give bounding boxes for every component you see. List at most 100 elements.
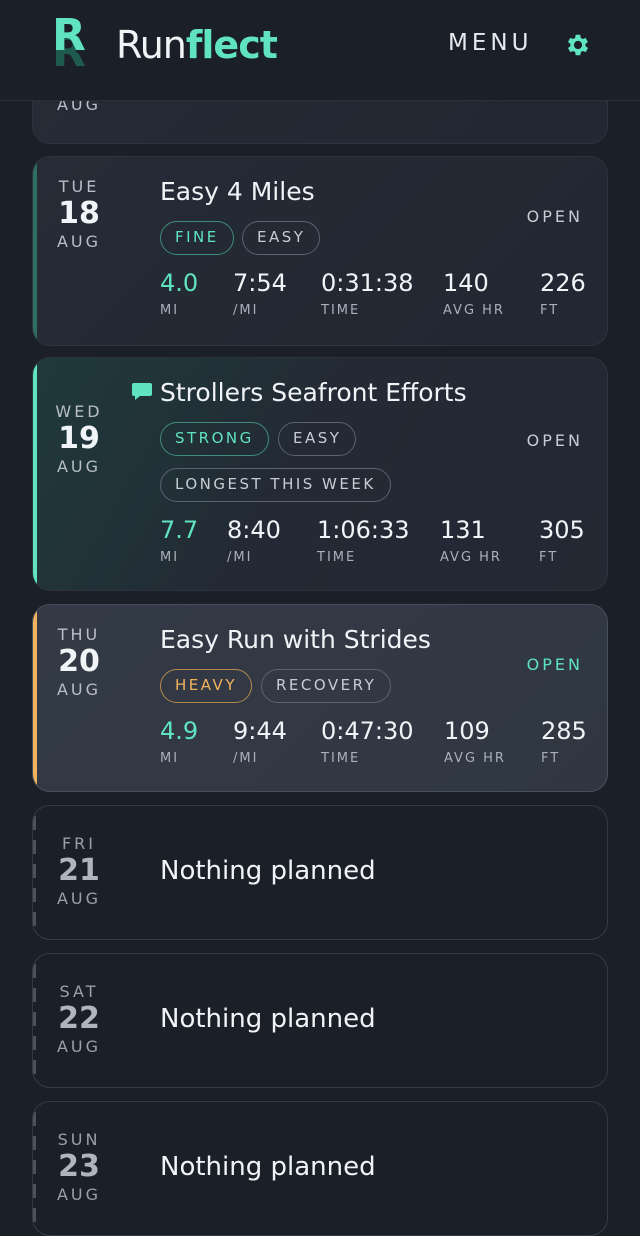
stat-value: 4.0 xyxy=(160,269,199,297)
workout-title[interactable]: Easy 4 Miles xyxy=(160,177,315,206)
day-card-thu[interactable]: THU 20 AUG Easy Run with Strides OPEN HE… xyxy=(32,604,608,792)
day-card-wed[interactable]: WED 19 AUG Strollers Seafront Efforts OP… xyxy=(32,357,608,591)
month-label: AUG xyxy=(56,232,102,251)
stat-value: 7.7 xyxy=(160,516,199,544)
stat-unit: /MI xyxy=(233,303,259,318)
logo-letter: R xyxy=(52,10,86,61)
stat-elevation: 285 FT xyxy=(541,717,587,766)
nothing-planned-text: Nothing planned xyxy=(160,1152,376,1182)
day-number: 20 xyxy=(58,644,100,679)
tag-chip: RECOVERY xyxy=(261,669,392,703)
stat-distance: 7.7 MI xyxy=(160,516,198,565)
stat-time: 0:47:30 TIME xyxy=(321,717,414,766)
date-block: THU 20 AUG xyxy=(33,625,125,699)
date-block: TUE 18 AUG xyxy=(33,177,125,251)
stat-value: 109 xyxy=(444,717,490,745)
date-block: FRI 21 AUG xyxy=(33,834,125,908)
month-label: AUG xyxy=(56,457,102,476)
day-number: 22 xyxy=(58,1001,100,1036)
day-of-week: WED xyxy=(55,402,103,421)
stat-unit: FT xyxy=(541,751,561,766)
stat-heart-rate: 109 AVG HR xyxy=(444,717,506,766)
stat-distance: 4.0 MI xyxy=(160,269,198,318)
open-link[interactable]: OPEN xyxy=(527,655,583,674)
stat-distance: 4.9 MI xyxy=(160,717,198,766)
stat-value: 9:44 xyxy=(233,717,287,745)
day-of-week: SAT xyxy=(59,982,99,1001)
stat-unit: FT xyxy=(539,550,559,565)
gear-icon[interactable] xyxy=(564,31,592,59)
stat-value: 131 xyxy=(440,516,486,544)
tag-chip: EASY xyxy=(278,422,357,456)
stat-unit: AVG HR xyxy=(443,303,505,318)
stat-time: 0:31:38 TIME xyxy=(321,269,414,318)
logo[interactable]: R R xyxy=(52,14,86,74)
stat-value: 0:31:38 xyxy=(321,269,414,297)
app-header: R R Runflect MENU xyxy=(0,0,640,101)
stat-unit: MI xyxy=(160,303,180,318)
tag-chip: HEAVY xyxy=(160,669,252,703)
brand-run: Run xyxy=(116,23,187,67)
month-label: AUG xyxy=(56,889,102,908)
stat-value: 1:06:33 xyxy=(317,516,410,544)
stat-value: 4.9 xyxy=(160,717,199,745)
month-label: AUG xyxy=(56,1037,102,1056)
stat-pace: 9:44 /MI xyxy=(233,717,287,766)
workout-title[interactable]: Easy Run with Strides xyxy=(160,625,431,654)
nothing-planned-text: Nothing planned xyxy=(160,856,376,886)
date-block: SUN 23 AUG xyxy=(33,1130,125,1204)
day-number: 19 xyxy=(58,421,100,456)
stat-unit: TIME xyxy=(321,751,361,766)
day-card-sat[interactable]: SAT 22 AUG Nothing planned xyxy=(32,953,608,1088)
open-link[interactable]: OPEN xyxy=(527,431,583,450)
workout-title[interactable]: Strollers Seafront Efforts xyxy=(160,378,467,407)
day-of-week: SUN xyxy=(57,1130,101,1149)
nothing-planned-text: Nothing planned xyxy=(160,1004,376,1034)
date-block: WED 19 AUG xyxy=(33,402,125,476)
comment-icon[interactable] xyxy=(131,382,153,402)
stat-heart-rate: 140 AVG HR xyxy=(443,269,505,318)
menu-button[interactable]: MENU xyxy=(448,30,532,56)
day-of-week: FRI xyxy=(61,834,97,853)
stat-value: 285 xyxy=(541,717,587,745)
tag-chip: FINE xyxy=(160,221,234,255)
brand-name: Runflect xyxy=(116,22,278,68)
tag-chip: EASY xyxy=(242,221,321,255)
stat-unit: TIME xyxy=(317,550,357,565)
stat-time: 1:06:33 TIME xyxy=(317,516,410,565)
stat-pace: 8:40 /MI xyxy=(227,516,281,565)
stat-unit: /MI xyxy=(227,550,253,565)
day-number: 23 xyxy=(58,1149,100,1184)
stat-unit: /MI xyxy=(233,751,259,766)
stat-unit: MI xyxy=(160,751,180,766)
stat-elevation: 226 FT xyxy=(540,269,586,318)
brand-flect: flect xyxy=(185,23,278,67)
day-card-tue[interactable]: TUE 18 AUG Easy 4 Miles OPEN FINE EASY 4… xyxy=(32,156,608,346)
stat-value: 140 xyxy=(443,269,489,297)
day-card-fri[interactable]: FRI 21 AUG Nothing planned xyxy=(32,805,608,940)
stat-pace: 7:54 /MI xyxy=(233,269,287,318)
stat-elevation: 305 FT xyxy=(539,516,585,565)
stat-unit: FT xyxy=(540,303,560,318)
stat-value: 0:47:30 xyxy=(321,717,414,745)
open-link[interactable]: OPEN xyxy=(527,207,583,226)
stat-unit: MI xyxy=(160,550,180,565)
day-of-week: TUE xyxy=(58,177,100,196)
month-label: AUG xyxy=(56,1185,102,1204)
stat-unit: TIME xyxy=(321,303,361,318)
stat-unit: AVG HR xyxy=(440,550,502,565)
stat-value: 7:54 xyxy=(233,269,287,297)
stat-value: 8:40 xyxy=(227,516,281,544)
day-number: 18 xyxy=(58,196,100,231)
tag-chip: LONGEST THIS WEEK xyxy=(160,468,391,502)
day-of-week: THU xyxy=(57,625,101,644)
stat-value: 305 xyxy=(539,516,585,544)
stat-heart-rate: 131 AVG HR xyxy=(440,516,502,565)
day-number: 21 xyxy=(58,853,100,888)
day-card-sun[interactable]: SUN 23 AUG Nothing planned xyxy=(32,1101,608,1236)
month-label: AUG xyxy=(56,680,102,699)
stat-value: 226 xyxy=(540,269,586,297)
tag-chip: STRONG xyxy=(160,422,269,456)
date-block: SAT 22 AUG xyxy=(33,982,125,1056)
stat-unit: AVG HR xyxy=(444,751,506,766)
